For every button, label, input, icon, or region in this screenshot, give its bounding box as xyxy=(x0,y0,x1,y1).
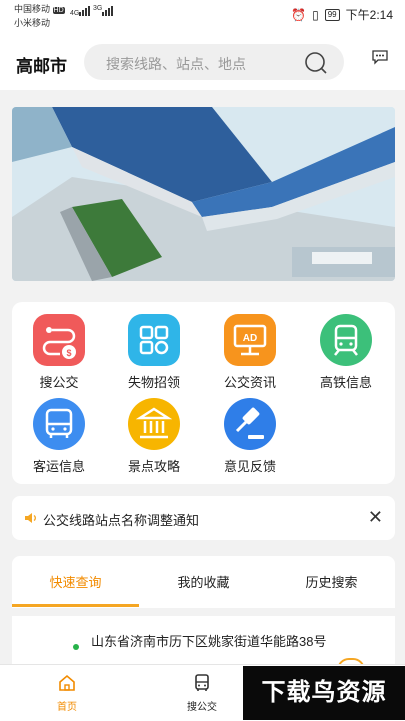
train-icon xyxy=(320,314,372,366)
nav-home[interactable]: 首页 xyxy=(37,673,97,713)
search-bar[interactable]: 搜索线路、站点、地点 xyxy=(84,44,344,80)
location-dot-icon xyxy=(73,644,79,650)
search-placeholder: 搜索线路、站点、地点 xyxy=(106,56,246,72)
alarm-icon: ⏰ xyxy=(291,7,307,22)
notice-text: 公交线路站点名称调整通知 xyxy=(43,513,200,528)
grid-item-bus-news[interactable]: AD 公交资讯 xyxy=(210,314,290,391)
search-icon[interactable] xyxy=(304,51,328,75)
bus-route-icon: $ xyxy=(33,314,85,366)
grid-item-scenic[interactable]: 景点攻略 xyxy=(114,398,194,475)
vibrate-icon: ▯ xyxy=(312,7,319,22)
svg-text:AD: AD xyxy=(243,333,257,344)
function-grid: $ 搜公交 失物招领 AD 公交资讯 高铁信息 客运信息 景点攻略 意见反馈 xyxy=(12,302,395,484)
tab-history[interactable]: 历史搜索 xyxy=(268,572,395,591)
carrier-name-2: 小米移动 xyxy=(14,18,51,28)
grid-item-coach-info[interactable]: 客运信息 xyxy=(19,398,99,475)
carrier-info: 中国移动 HD 小米移动 xyxy=(14,3,65,29)
hd-badge: HD xyxy=(52,7,65,14)
query-tabs: 快速查询 我的收藏 历史搜索 xyxy=(12,556,395,608)
grid-item-train-info[interactable]: 高铁信息 xyxy=(306,314,386,391)
status-bar: 中国移动 HD 小米移动 4G 3G ⏰ ▯ 99 下午2:14 xyxy=(0,0,405,34)
close-icon[interactable]: ✕ xyxy=(368,507,383,528)
app-header: 高邮市 搜索线路、站点、地点 xyxy=(0,34,405,90)
network-type-1: 4G xyxy=(70,10,80,17)
home-icon xyxy=(59,674,75,691)
gavel-icon xyxy=(224,398,276,450)
tab-quick-query[interactable]: 快速查询 xyxy=(12,572,139,591)
banner-image[interactable] xyxy=(12,107,395,281)
grid-label: 景点攻略 xyxy=(127,459,180,474)
nav-bus-label: 搜公交 xyxy=(187,702,217,713)
lost-found-icon xyxy=(128,314,180,366)
active-tab-indicator xyxy=(12,604,139,607)
grid-label: 客运信息 xyxy=(32,459,85,474)
temple-icon xyxy=(128,398,180,450)
status-time: 下午2:14 xyxy=(345,8,393,22)
coach-icon xyxy=(33,398,85,450)
grid-item-search-bus[interactable]: $ 搜公交 xyxy=(19,314,99,391)
nav-bus[interactable]: 搜公交 xyxy=(172,673,232,713)
nav-home-label: 首页 xyxy=(57,702,77,713)
grid-label: 搜公交 xyxy=(39,375,79,390)
grid-label: 失物招领 xyxy=(127,375,180,390)
network-type-2: 3G xyxy=(93,5,103,12)
ad-news-icon: AD xyxy=(224,314,276,366)
signal-icon xyxy=(79,6,90,16)
carrier-name-1: 中国移动 xyxy=(14,4,51,14)
svg-text:$: $ xyxy=(66,348,71,358)
speaker-icon xyxy=(25,513,36,523)
location-address: 山东省济南市历下区姚家街道华能路38号 xyxy=(91,634,327,649)
bus-icon xyxy=(195,674,209,691)
grid-label: 意见反馈 xyxy=(223,459,276,474)
status-right: ⏰ ▯ 99 下午2:14 xyxy=(291,6,393,23)
location-result[interactable]: 山东省济南市历下区姚家街道华能路38号 xyxy=(12,616,395,664)
message-icon[interactable] xyxy=(371,48,389,66)
notice-bar[interactable]: 公交线路站点名称调整通知 ✕ xyxy=(12,496,395,540)
watermark-logo: 下载鸟资源 xyxy=(243,666,405,720)
city-selector[interactable]: 高邮市 xyxy=(16,52,67,77)
battery-icon: 99 xyxy=(324,8,340,21)
grid-item-lost-found[interactable]: 失物招领 xyxy=(114,314,194,391)
signal-icon-2 xyxy=(102,6,113,16)
grid-label: 高铁信息 xyxy=(319,375,372,390)
grid-label: 公交资讯 xyxy=(223,375,276,390)
tab-favorites[interactable]: 我的收藏 xyxy=(140,572,267,591)
grid-item-feedback[interactable]: 意见反馈 xyxy=(210,398,290,475)
